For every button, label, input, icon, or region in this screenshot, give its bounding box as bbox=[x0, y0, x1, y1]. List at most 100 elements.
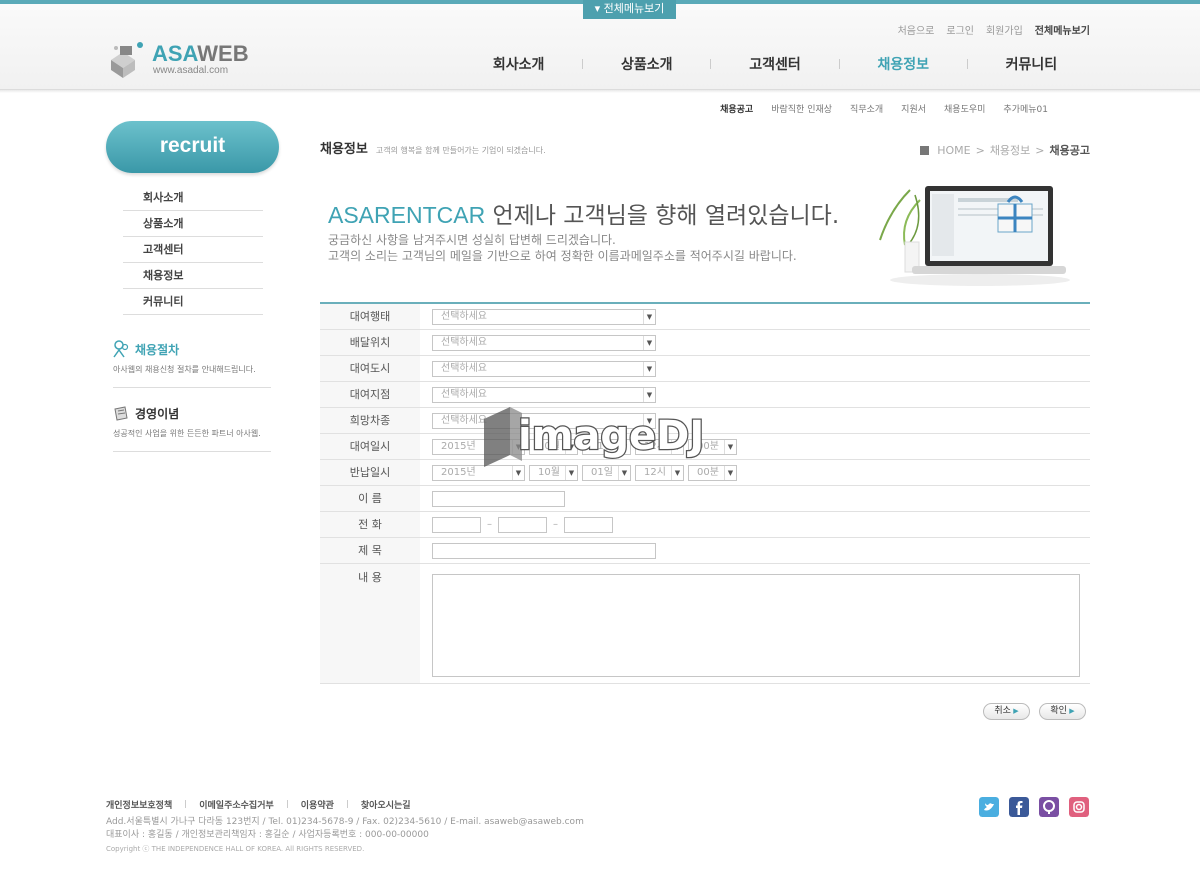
twitter-icon[interactable] bbox=[979, 797, 999, 817]
banner-brand: ASARENTCAR bbox=[328, 202, 486, 228]
form-row-name: 이 름 bbox=[320, 486, 1090, 512]
recruit-process-box[interactable]: 채용절차 아사웹의 채용신청 절차를 안내해드립니다. bbox=[113, 340, 271, 388]
label-subject: 제 목 bbox=[320, 538, 420, 563]
footer-address: Add.서울특별시 가나구 다라동 123번지 / Tel. 01)234-56… bbox=[106, 817, 584, 840]
subnav-application[interactable]: 지원서 bbox=[901, 102, 926, 115]
phone-separator: – bbox=[487, 519, 492, 530]
divider bbox=[113, 451, 271, 452]
page-subtitle: 고객의 행복을 함께 만들어가는 기업이 되겠습니다. bbox=[375, 146, 546, 155]
subnav-ideal-talent[interactable]: 바람직한 인재상 bbox=[771, 102, 832, 115]
utility-nav: 처음으로 로그인 회원가입 전체메뉴보기 bbox=[898, 22, 1090, 37]
banner-description: 궁금하신 사항을 남겨주시면 성실히 답변해 드리겠습니다. 고객의 소리는 고… bbox=[328, 233, 797, 263]
blog-icon[interactable] bbox=[1039, 797, 1059, 817]
sidebar-menu: 회사소개 상품소개 고객센터 채용정보 커뮤니티 bbox=[123, 185, 263, 315]
form-buttons: 취소 ▶ 확인 ▶ bbox=[983, 703, 1086, 720]
logo-url: www.asadal.com bbox=[153, 65, 229, 76]
document-icon bbox=[114, 405, 128, 421]
imagedj-watermark: imageDJ bbox=[484, 407, 705, 467]
name-input[interactable] bbox=[432, 490, 565, 507]
label-rent-date: 대여일시 bbox=[320, 434, 420, 459]
breadcrumb-mid[interactable]: 채용정보 bbox=[990, 142, 1030, 158]
breadcrumb-home[interactable]: HOME bbox=[937, 144, 970, 157]
gnb-recruit[interactable]: 채용정보 bbox=[840, 54, 967, 76]
phone-input-2[interactable] bbox=[498, 516, 547, 533]
divider bbox=[286, 800, 288, 808]
rental-inquiry-form: 대여행태 선택하세요 ▼ 배달위치 선택하세요 ▼ 대여도시 선택하세요 ▼ 대여지점… bbox=[320, 302, 1090, 684]
subnav-helper[interactable]: 채용도우미 bbox=[944, 102, 985, 115]
branch-select[interactable]: 선택하세요 ▼ bbox=[432, 386, 656, 403]
sidebar-item-products[interactable]: 상품소개 bbox=[123, 211, 263, 237]
body-textarea[interactable] bbox=[432, 574, 1080, 677]
gnb-company[interactable]: 회사소개 bbox=[455, 54, 582, 76]
form-row-delivery: 배달위치 선택하세요 ▼ bbox=[320, 330, 1090, 356]
philosophy-box[interactable]: 경영이념 성공적인 사업을 위한 든든한 파트너 아사웹. bbox=[113, 405, 271, 452]
footer-directions-link[interactable]: 찾아오시는길 bbox=[361, 798, 411, 811]
facebook-icon[interactable] bbox=[1009, 797, 1029, 817]
main-nav: 회사소개 상품소개 고객센터 채용정보 커뮤니티 bbox=[455, 54, 1095, 76]
gnb-products[interactable]: 상품소개 bbox=[583, 54, 710, 76]
all-menu-toggle[interactable]: ▾ 전체메뉴보기 bbox=[583, 0, 676, 19]
cancel-button[interactable]: 취소 ▶ bbox=[983, 703, 1030, 720]
form-row-type: 대여행태 선택하세요 ▼ bbox=[320, 304, 1090, 330]
people-icon bbox=[113, 340, 129, 358]
chevron-down-icon: ▼ bbox=[643, 387, 655, 402]
footer-copyright: Copyright ⓒ THE INDEPENDENCE HALL OF KOR… bbox=[106, 845, 365, 853]
label-phone: 전 화 bbox=[320, 512, 420, 537]
form-row-city: 대여도시 선택하세요 ▼ bbox=[320, 356, 1090, 382]
footer-links: 개인정보보호정책 이메일주소수집거부 이용약관 찾아오시는길 bbox=[106, 798, 411, 811]
footer-terms-link[interactable]: 이용약관 bbox=[301, 798, 334, 811]
subnav-job-posting[interactable]: 채용공고 bbox=[720, 102, 753, 115]
sidebar-item-support[interactable]: 고객센터 bbox=[123, 237, 263, 263]
form-row-body: 내 용 bbox=[320, 564, 1090, 684]
util-home-link[interactable]: 처음으로 bbox=[898, 22, 935, 37]
home-icon bbox=[920, 145, 930, 155]
breadcrumb-sep: > bbox=[1035, 143, 1045, 157]
phone-input-3[interactable] bbox=[564, 516, 613, 533]
philosophy-title: 경영이념 bbox=[135, 407, 180, 421]
util-join-link[interactable]: 회원가입 bbox=[986, 22, 1023, 37]
confirm-button[interactable]: 확인 ▶ bbox=[1039, 703, 1086, 720]
chevron-down-icon: ▼ bbox=[643, 335, 655, 350]
label-delivery: 배달위치 bbox=[320, 330, 420, 355]
label-return-date: 반납일시 bbox=[320, 460, 420, 485]
gnb-community[interactable]: 커뮤니티 bbox=[968, 54, 1095, 76]
logo-mark-icon bbox=[111, 42, 143, 78]
chevron-down-icon: ▼ bbox=[643, 361, 655, 376]
sns-links bbox=[979, 797, 1089, 817]
divider bbox=[113, 387, 271, 388]
util-login-link[interactable]: 로그인 bbox=[946, 22, 974, 37]
page-title: 채용정보 고객의 행복을 함께 만들어가는 기업이 되겠습니다. bbox=[320, 142, 546, 157]
delivery-select[interactable]: 선택하세요 ▼ bbox=[432, 334, 656, 351]
sub-nav: 채용공고 바람직한 인재상 직무소개 지원서 채용도우미 추가메뉴01 bbox=[720, 102, 1048, 115]
subnav-job-intro[interactable]: 직무소개 bbox=[850, 102, 883, 115]
triangle-right-icon: ▶ bbox=[1066, 707, 1075, 715]
sidebar-title: recruit bbox=[106, 121, 279, 173]
sidebar-item-community[interactable]: 커뮤니티 bbox=[123, 289, 263, 315]
footer-email-refuse-link[interactable]: 이메일주소수집거부 bbox=[199, 798, 274, 811]
city-select[interactable]: 선택하세요 ▼ bbox=[432, 360, 656, 377]
form-row-subject: 제 목 bbox=[320, 538, 1090, 564]
breadcrumb: HOME > 채용정보 > 채용공고 bbox=[920, 142, 1090, 158]
header-shadow bbox=[0, 90, 1200, 93]
type-select[interactable]: 선택하세요 ▼ bbox=[432, 308, 656, 325]
sidebar-item-company[interactable]: 회사소개 bbox=[123, 185, 263, 211]
breadcrumb-sep: > bbox=[975, 143, 985, 157]
recruit-process-title: 채용절차 bbox=[135, 342, 180, 357]
divider bbox=[185, 800, 187, 808]
sidebar-item-recruit[interactable]: 채용정보 bbox=[123, 263, 263, 289]
phone-input-1[interactable] bbox=[432, 516, 481, 533]
util-allmenu-link[interactable]: 전체메뉴보기 bbox=[1035, 22, 1090, 37]
instagram-icon[interactable] bbox=[1069, 797, 1089, 817]
chevron-down-icon: ▼ bbox=[643, 309, 655, 324]
divider bbox=[346, 800, 348, 808]
footer-privacy-link[interactable]: 개인정보보호정책 bbox=[106, 798, 172, 811]
gnb-support[interactable]: 고객센터 bbox=[711, 54, 838, 76]
form-row-phone: 전 화 – – bbox=[320, 512, 1090, 538]
subnav-extra[interactable]: 추가메뉴01 bbox=[1003, 102, 1048, 115]
label-branch: 대여지점 bbox=[320, 382, 420, 407]
banner-headline: ASARENTCAR 언제나 고객님을 향해 열려있습니다. bbox=[328, 202, 840, 229]
svg-text:imageDJ: imageDJ bbox=[518, 413, 704, 459]
site-logo[interactable]: ASAWEB www.asadal.com bbox=[107, 38, 249, 80]
phone-separator: – bbox=[553, 519, 558, 530]
subject-input[interactable] bbox=[432, 542, 656, 559]
